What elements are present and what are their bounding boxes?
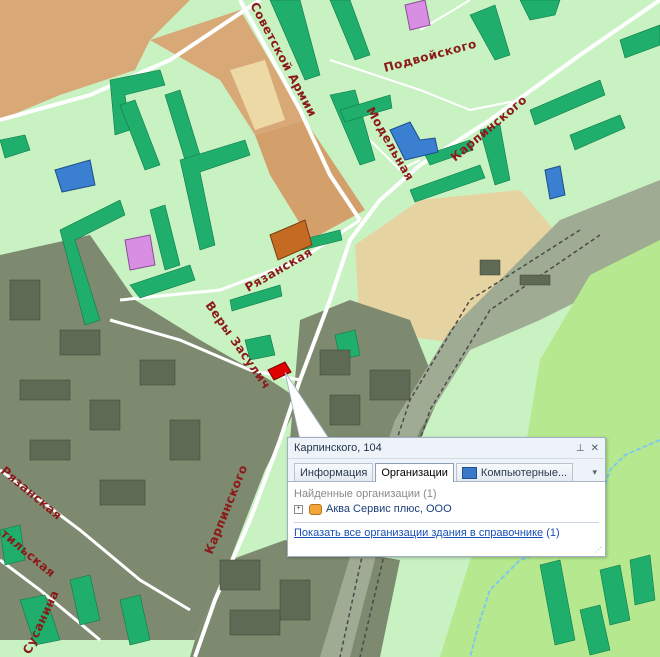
divider	[294, 522, 599, 523]
expand-icon[interactable]: +	[294, 504, 303, 514]
city-map[interactable]: Советской Армии Подвойского Модельная Ка…	[0, 0, 660, 657]
building-info-popup[interactable]: Карпинского, 104 ⊥ ✕ Информация Организа…	[287, 437, 606, 557]
organization-name[interactable]: Аква Сервис плюс, ООО	[326, 503, 452, 515]
popup-content: Найденные организации (1) + Аква Сервис …	[288, 482, 605, 539]
organization-row[interactable]: + Аква Сервис плюс, ООО	[294, 503, 599, 515]
tabs-dropdown-icon[interactable]: ▾	[592, 463, 601, 481]
tab-computer-label: Компьютерные...	[480, 466, 568, 479]
popup-title-bar[interactable]: Карпинского, 104 ⊥ ✕	[288, 438, 605, 459]
tab-computer[interactable]: Компьютерные...	[455, 463, 574, 481]
show-all-count: (1)	[546, 527, 560, 539]
close-icon[interactable]: ✕	[591, 443, 599, 454]
found-organizations-label: Найденные организации (1)	[294, 488, 437, 500]
show-all-organizations-link[interactable]: Показать все организации здания в справо…	[294, 527, 543, 539]
pink-building-2	[404, 0, 431, 31]
organization-icon	[309, 503, 322, 515]
pin-icon[interactable]: ⊥	[576, 443, 585, 454]
computer-icon	[461, 466, 477, 479]
resize-grip-icon[interactable]: ⋰	[595, 546, 602, 554]
tab-organizations[interactable]: Организации	[375, 463, 454, 482]
pink-building-1	[124, 234, 156, 271]
tab-information[interactable]: Информация	[294, 463, 374, 481]
popup-title: Карпинского, 104	[294, 442, 382, 454]
popup-tabs: Информация Организации Компьютерные... ▾	[288, 459, 605, 482]
